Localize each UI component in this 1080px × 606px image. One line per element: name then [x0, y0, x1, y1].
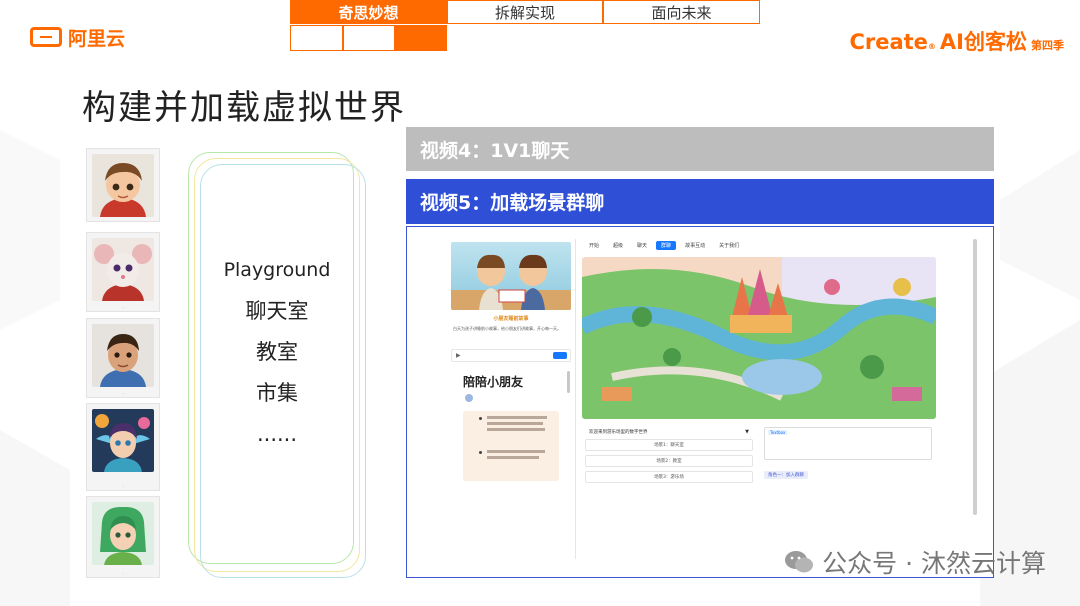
avatar-boy-image: [92, 154, 154, 217]
wechat-icon: [785, 551, 814, 573]
watermark: 公众号 · 沐然云计算: [784, 544, 1046, 580]
aliyun-logo: 阿里云: [30, 24, 125, 50]
playground-card: Playground 聊天室 教室 市集 ......: [188, 152, 366, 580]
page-title: 构建并加载虚拟世界: [82, 88, 406, 128]
scene-select-value: 欢迎来到游乐场里的数字世界: [589, 429, 648, 435]
nav-tab-implementation[interactable]: 拆解实现: [447, 0, 603, 24]
tab-story[interactable]: 故事互动: [680, 241, 710, 250]
tab-super[interactable]: 超级: [608, 241, 628, 250]
audio-player[interactable]: ▶: [451, 349, 571, 362]
video4-bar[interactable]: 视频4：1V1聊天: [406, 127, 994, 171]
chat-title: 陪陪小朋友: [463, 375, 524, 389]
avatar-card-girl[interactable]: ·: [86, 496, 160, 578]
tab-start[interactable]: 开始: [584, 241, 604, 250]
nav-tab-ideas[interactable]: 奇思妙想: [290, 0, 447, 24]
text-line: [487, 428, 545, 431]
story-banner: [451, 242, 571, 310]
progress-step-2: [343, 25, 395, 51]
avatar-card-fairy[interactable]: ·: [86, 403, 160, 491]
avatar-caption: ·: [122, 484, 124, 489]
text-line: [487, 456, 539, 459]
avatar-fairy-image: [92, 409, 154, 472]
scene-item-chatroom: 聊天室: [245, 299, 309, 323]
avatar-card-man[interactable]: ·: [86, 318, 160, 398]
scene-select[interactable]: 欢迎来到游乐场里的数字世界 ▼: [585, 426, 753, 437]
scene-item-classroom: 教室: [256, 340, 298, 364]
avatar-caption: ·: [122, 305, 124, 310]
scene-item-playground: Playground: [223, 259, 331, 281]
virtual-world-map: [582, 257, 936, 419]
scene-option-1[interactable]: 场景1：聊天室: [585, 439, 753, 451]
textbox[interactable]: Textbox: [764, 427, 932, 460]
scene-option-2[interactable]: 场景2：教室: [585, 455, 753, 467]
avatar-card-mouse[interactable]: ·: [86, 232, 160, 312]
aliyun-logo-text: 阿里云: [68, 27, 126, 50]
text-line: [487, 422, 543, 425]
avatar-man-image: [92, 324, 154, 387]
registered-mark: ®: [927, 42, 936, 51]
demo-tabs: 开始 超级 聊天 群聊 故事互动 关于我们: [584, 241, 744, 250]
progress-step-3: [395, 25, 447, 51]
section-nav: 奇思妙想 拆解实现 面向未来: [290, 0, 760, 52]
video5-bar[interactable]: 视频5：加载场景群聊: [406, 179, 994, 224]
user-avatar: [465, 394, 473, 402]
create-ai-logo: Create ® AI创客松 第四季: [849, 26, 1064, 56]
bullet-dot: [479, 451, 482, 454]
avatar-caption: ·: [122, 571, 124, 576]
season-text: 第四季: [1031, 39, 1064, 52]
text-line: [487, 450, 545, 453]
tab-about[interactable]: 关于我们: [714, 241, 744, 250]
banner-kids-image: [451, 254, 571, 310]
progress-step-1: [290, 25, 343, 51]
text-line: [487, 416, 547, 419]
scene-item-market: 市集: [256, 381, 298, 405]
play-icon[interactable]: ▶: [456, 352, 461, 359]
demo-screenshot: 小朋友睡前故事 白天为孩子讲睡前小故事，给小朋友们讲故事，开心每一天。 ▶ 陪陪…: [406, 226, 994, 578]
brand-text: AI创客松: [939, 30, 1027, 54]
chevron-down-icon[interactable]: ▼: [745, 429, 749, 435]
scene-option-3[interactable]: 场景3：游乐场: [585, 471, 753, 483]
avatar-mouse-image: [92, 238, 154, 301]
avatar-girl-image: [92, 502, 154, 565]
demo-scrollbar[interactable]: [973, 239, 977, 515]
banner-title: 小朋友睡前故事: [493, 316, 529, 322]
bullet-dot: [479, 417, 482, 420]
tab-group-chat[interactable]: 群聊: [656, 241, 677, 250]
nav-progress: [290, 25, 760, 51]
nav-tab-future[interactable]: 面向未来: [603, 0, 760, 24]
create-text: Create: [849, 30, 928, 54]
tab-chat[interactable]: 聊天: [632, 241, 652, 250]
chat-scrollbar[interactable]: [567, 371, 570, 393]
intro-text: 白天为孩子讲睡前小故事，给小朋友们讲故事，开心每一天。: [453, 326, 561, 331]
textbox-label: Textbox: [768, 430, 788, 435]
watermark-text: 公众号 · 沐然云计算: [822, 549, 1046, 578]
chat-bubble: [463, 411, 559, 481]
aliyun-mark-icon: [30, 27, 62, 47]
scene-list: Playground 聊天室 教室 市集 ......: [188, 250, 366, 455]
demo-sidebar: 小朋友睡前故事 白天为孩子讲睡前小故事，给小朋友们讲故事，开心每一天。 ▶ 陪陪…: [451, 239, 576, 559]
avatar-caption: ·: [122, 391, 124, 396]
scene-item-more: ......: [256, 422, 298, 446]
send-button[interactable]: [553, 352, 567, 359]
avatar-card-boy[interactable]: [86, 148, 160, 222]
scene-chip[interactable]: 角色一：加入群聊: [764, 471, 808, 479]
